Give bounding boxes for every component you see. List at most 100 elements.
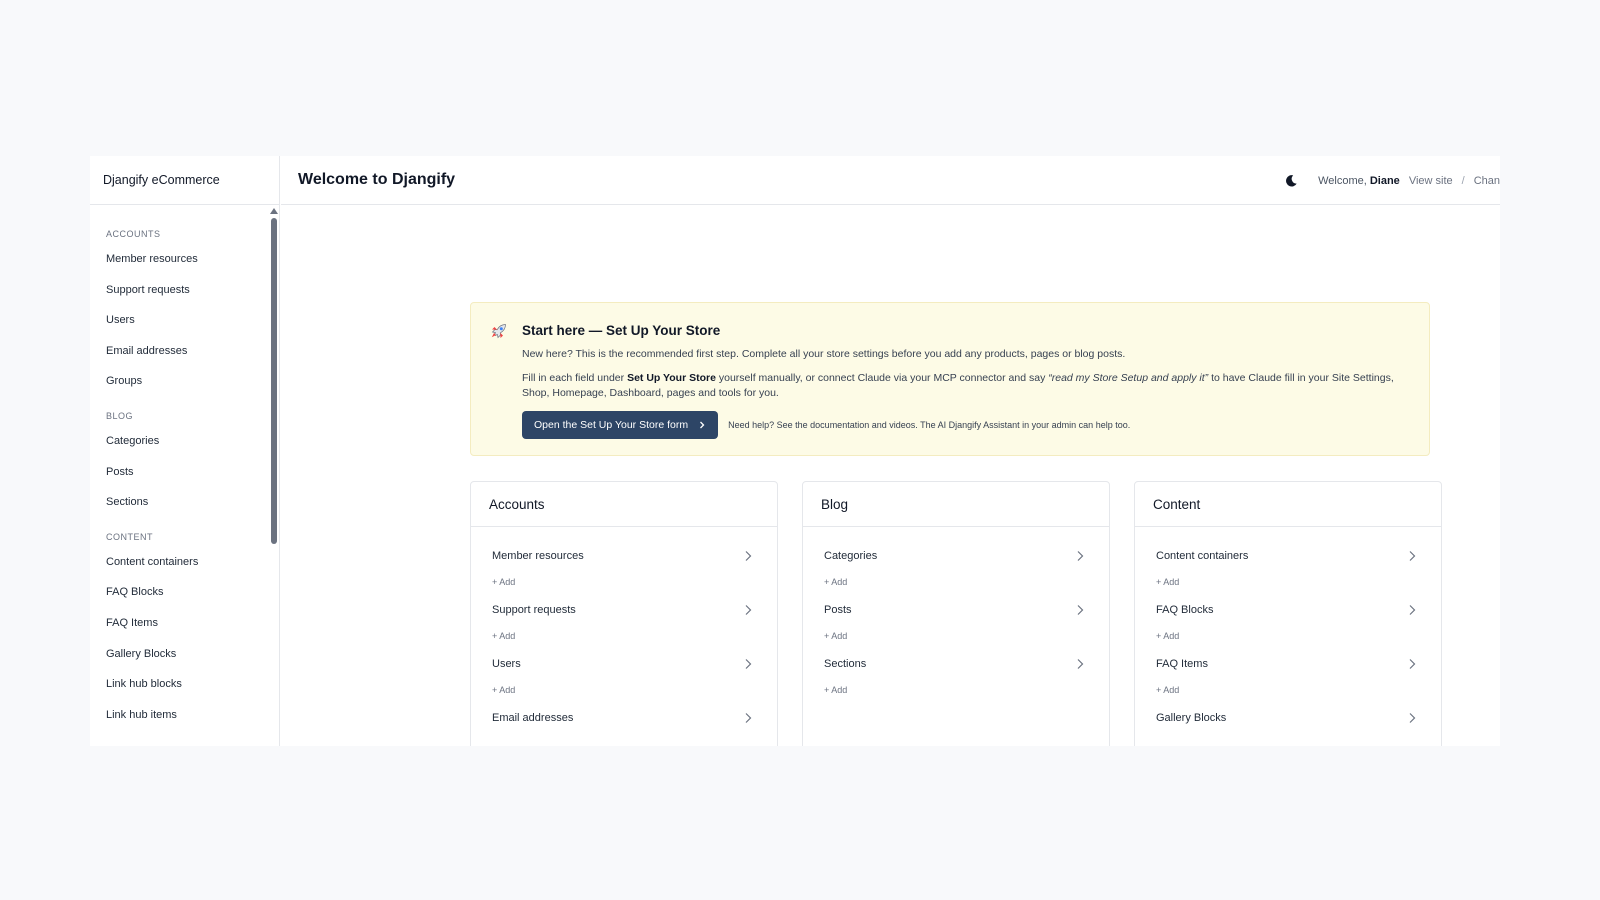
documentation-link[interactable]: documentation bbox=[810, 420, 869, 430]
chevron-right-icon[interactable] bbox=[1075, 550, 1085, 562]
model-row-users: Users + Add bbox=[471, 650, 777, 704]
user-name: Diane bbox=[1369, 174, 1400, 187]
sidebar-item-support-requests[interactable]: Support requests bbox=[90, 275, 280, 306]
cta-label: Open the Set Up Your Store form bbox=[534, 419, 689, 431]
sidebar-item-link-hub-items[interactable]: Link hub items bbox=[90, 700, 280, 731]
model-link[interactable]: Gallery Blocks bbox=[1156, 712, 1226, 724]
model-link[interactable]: Support requests bbox=[492, 604, 576, 616]
chevron-right-icon[interactable] bbox=[743, 550, 753, 562]
chevron-right-icon[interactable] bbox=[1075, 658, 1085, 670]
brand-name[interactable]: Djangify eCommerce bbox=[90, 156, 279, 205]
admin-window: Djangify eCommerce ACCOUNTS Member resou… bbox=[90, 156, 1500, 746]
add-link[interactable]: + Add bbox=[492, 631, 515, 641]
add-link[interactable]: + Add bbox=[824, 685, 847, 695]
model-row-sections: Sections + Add bbox=[803, 650, 1109, 704]
sidebar-section-blog: BLOG bbox=[106, 410, 134, 421]
banner-actions: Open the Set Up Your Store form Need hel… bbox=[522, 411, 1409, 439]
welcome-text: Welcome, Diane bbox=[1318, 175, 1400, 187]
sidebar-item-faq-blocks[interactable]: FAQ Blocks bbox=[90, 577, 280, 608]
model-link[interactable]: FAQ Blocks bbox=[1156, 604, 1213, 616]
chevron-right-icon[interactable] bbox=[1407, 658, 1417, 670]
model-row-posts: Posts + Add bbox=[803, 596, 1109, 650]
model-row-email-addresses: Email addresses bbox=[471, 704, 777, 746]
banner-instructions: Fill in each field under Set Up Your Sto… bbox=[522, 371, 1409, 401]
app-card-blog: Blog Categories + Add Posts + Add Sectio… bbox=[802, 481, 1110, 746]
model-row-categories: Categories + Add bbox=[803, 542, 1109, 596]
view-site-link[interactable]: View site bbox=[1409, 175, 1453, 187]
setup-banner: Start here — Set Up Your Store New here?… bbox=[470, 302, 1430, 456]
model-link[interactable]: Categories bbox=[824, 550, 877, 562]
help-part: Need help? See the bbox=[728, 420, 811, 430]
model-link[interactable]: Posts bbox=[824, 604, 852, 616]
banner-title: Start here — Set Up Your Store bbox=[522, 323, 721, 338]
moon-icon[interactable] bbox=[1284, 174, 1298, 188]
app-card-accounts: Accounts Member resources + Add Support … bbox=[470, 481, 778, 746]
card-title[interactable]: Accounts bbox=[471, 482, 777, 527]
chevron-right-icon[interactable] bbox=[743, 712, 753, 724]
sidebar-item-email-addresses[interactable]: Email addresses bbox=[90, 336, 280, 367]
top-header: Welcome to Djangify Welcome, Diane View … bbox=[281, 156, 1500, 205]
model-row-faq-items: FAQ Items + Add bbox=[1135, 650, 1441, 704]
chevron-right-icon[interactable] bbox=[1407, 604, 1417, 616]
add-link[interactable]: + Add bbox=[824, 631, 847, 641]
chevron-right-icon[interactable] bbox=[743, 604, 753, 616]
open-setup-form-button[interactable]: Open the Set Up Your Store form bbox=[522, 411, 719, 439]
add-link[interactable]: + Add bbox=[1156, 631, 1179, 641]
help-part: and bbox=[869, 420, 890, 430]
app-card-content: Content Content containers + Add FAQ Blo… bbox=[1134, 481, 1442, 746]
sidebar-item-categories[interactable]: Categories bbox=[90, 426, 280, 457]
sidebar-nav: ACCOUNTS Member resources Support reques… bbox=[90, 205, 280, 746]
page-title: Welcome to Djangify bbox=[298, 171, 456, 188]
chevron-right-icon[interactable] bbox=[1407, 550, 1417, 562]
sidebar-item-groups[interactable]: Groups bbox=[90, 366, 280, 397]
model-row-gallery-blocks: Gallery Blocks bbox=[1135, 704, 1441, 746]
sidebar-section-content: CONTENT bbox=[106, 531, 153, 542]
sidebar-item-gallery-blocks[interactable]: Gallery Blocks bbox=[90, 639, 280, 670]
sidebar-section-accounts: ACCOUNTS bbox=[106, 229, 161, 239]
sidebar-scrollbar[interactable] bbox=[271, 218, 277, 544]
sidebar-item-faq-items[interactable]: FAQ Items bbox=[90, 608, 280, 639]
banner-instr-part: yourself manually, or connect Claude via… bbox=[715, 372, 1049, 384]
chevron-right-icon[interactable] bbox=[1407, 712, 1417, 724]
add-link[interactable]: + Add bbox=[824, 577, 847, 587]
add-link[interactable]: + Add bbox=[492, 685, 515, 695]
model-row-content-containers: Content containers + Add bbox=[1135, 542, 1441, 596]
sidebar-item-posts[interactable]: Posts bbox=[90, 457, 280, 488]
card-title[interactable]: Content bbox=[1135, 482, 1441, 527]
banner-intro: New here? This is the recommended first … bbox=[522, 348, 1126, 360]
sidebar: Djangify eCommerce ACCOUNTS Member resou… bbox=[90, 156, 280, 746]
rocket-icon bbox=[491, 324, 506, 339]
videos-link[interactable]: videos bbox=[889, 420, 915, 430]
model-link[interactable]: FAQ Items bbox=[1156, 658, 1208, 670]
sidebar-item-users[interactable]: Users bbox=[90, 305, 280, 336]
banner-instr-strong: Set Up Your Store bbox=[627, 372, 716, 384]
change-password-link[interactable]: Chan bbox=[1474, 175, 1500, 187]
model-row-support-requests: Support requests + Add bbox=[471, 596, 777, 650]
add-link[interactable]: + Add bbox=[1156, 685, 1179, 695]
scroll-up-arrow-icon[interactable] bbox=[270, 208, 278, 214]
model-row-member-resources: Member resources + Add bbox=[471, 542, 777, 596]
sidebar-item-link-hub-blocks[interactable]: Link hub blocks bbox=[90, 669, 280, 700]
model-link[interactable]: Sections bbox=[824, 658, 866, 670]
add-link[interactable]: + Add bbox=[492, 577, 515, 587]
model-link[interactable]: Content containers bbox=[1156, 550, 1248, 562]
chevron-right-icon bbox=[700, 421, 705, 429]
banner-instr-quote: “read my Store Setup and apply it” bbox=[1048, 372, 1209, 384]
header-separator: / bbox=[1461, 174, 1465, 187]
model-link[interactable]: Email addresses bbox=[492, 712, 573, 724]
sidebar-item-member-resources[interactable]: Member resources bbox=[90, 244, 280, 275]
user-tools: Welcome, Diane View site / Chan bbox=[1284, 156, 1500, 205]
chevron-right-icon[interactable] bbox=[743, 658, 753, 670]
help-text: Need help? See the documentation and vid… bbox=[728, 420, 1130, 430]
add-link[interactable]: + Add bbox=[1156, 577, 1179, 587]
help-part: . The AI Djangify Assistant in your admi… bbox=[915, 420, 1131, 430]
sidebar-item-sections[interactable]: Sections bbox=[90, 487, 280, 518]
chevron-right-icon[interactable] bbox=[1075, 604, 1085, 616]
card-title[interactable]: Blog bbox=[803, 482, 1109, 527]
model-row-faq-blocks: FAQ Blocks + Add bbox=[1135, 596, 1441, 650]
model-link[interactable]: Users bbox=[492, 658, 521, 670]
banner-instr-part: Fill in each field under bbox=[522, 372, 628, 384]
model-link[interactable]: Member resources bbox=[492, 550, 584, 562]
sidebar-item-content-containers[interactable]: Content containers bbox=[90, 547, 280, 578]
welcome-prefix: Welcome, bbox=[1318, 174, 1370, 187]
